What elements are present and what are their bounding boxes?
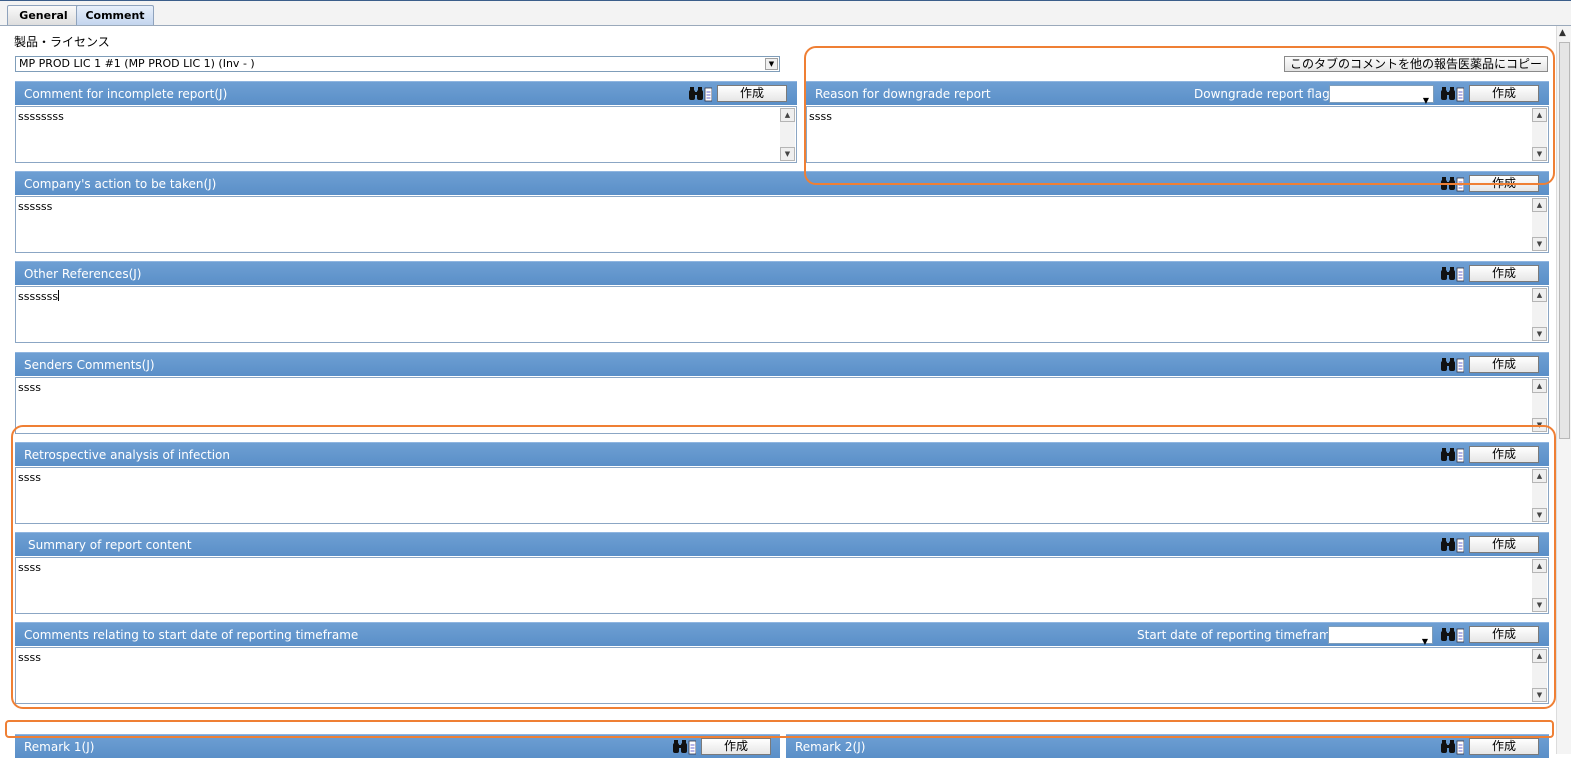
license-select[interactable]: MP PROD LIC 1 #1 (MP PROD LIC 1) (Inv - …: [15, 56, 780, 72]
scroll-up-icon[interactable]: ▲: [1532, 198, 1547, 212]
section-header-downgrade: Reason for downgrade report Downgrade re…: [806, 81, 1549, 105]
tab-general[interactable]: General: [7, 5, 80, 25]
textarea-scrollbar[interactable]: ▲ ▼: [1532, 288, 1547, 341]
make-button[interactable]: 作成: [1469, 536, 1539, 553]
start-date-comments-textarea[interactable]: ssss ▲ ▼: [15, 647, 1549, 704]
textarea-value: ssss: [809, 110, 832, 123]
section-title: Senders Comments(J): [24, 358, 155, 372]
scroll-up-icon[interactable]: ▲: [1532, 469, 1547, 483]
binoculars-icon[interactable]: [1440, 739, 1464, 755]
tab-comment[interactable]: Comment: [76, 5, 154, 25]
textarea-value: ssss: [18, 381, 41, 394]
other-references-textarea[interactable]: sssssss ▲ ▼: [15, 286, 1549, 343]
textarea-scrollbar[interactable]: ▲ ▼: [1532, 379, 1547, 432]
scrollbar-thumb[interactable]: [1559, 42, 1570, 439]
scroll-down-icon[interactable]: ▼: [1532, 327, 1547, 341]
license-label: 製品・ライセンス: [14, 35, 110, 49]
section-title: Other References(J): [24, 267, 142, 281]
textarea-value: sssssss: [18, 290, 59, 303]
section-title: Company's action to be taken(J): [24, 177, 217, 191]
make-button[interactable]: 作成: [701, 738, 771, 755]
scroll-down-icon[interactable]: ▼: [1532, 418, 1547, 432]
section-title: Summary of report content: [28, 538, 192, 552]
textarea-scrollbar[interactable]: ▲ ▼: [1532, 108, 1547, 161]
textarea-value: ssssssss: [18, 110, 64, 123]
textarea-value: ssss: [18, 561, 41, 574]
section-title: Reason for downgrade report: [815, 87, 991, 101]
textarea-scrollbar[interactable]: ▲ ▼: [1532, 559, 1547, 612]
section-header-start-date: Comments relating to start date of repor…: [15, 622, 1549, 646]
downgrade-flag-label: Downgrade report flag: [1194, 87, 1330, 101]
scroll-up-icon[interactable]: ▲: [780, 108, 795, 122]
make-button[interactable]: 作成: [1469, 175, 1539, 192]
section-header-company-action: Company's action to be taken(J) 作成: [15, 171, 1549, 195]
scroll-down-icon[interactable]: ▼: [1532, 237, 1547, 251]
scroll-up-icon[interactable]: ▲: [1532, 649, 1547, 663]
scroll-down-icon[interactable]: ▼: [1532, 598, 1547, 612]
binoculars-icon[interactable]: [1440, 176, 1464, 192]
make-button[interactable]: 作成: [1469, 446, 1539, 463]
retrospective-textarea[interactable]: ssss ▲ ▼: [15, 467, 1549, 524]
section-title: Comment for incomplete report(J): [24, 87, 228, 101]
textarea-scrollbar[interactable]: ▲ ▼: [1532, 469, 1547, 522]
make-button[interactable]: 作成: [1469, 626, 1539, 643]
binoculars-icon[interactable]: [1440, 537, 1464, 553]
text-cursor: [58, 290, 60, 301]
start-date-label: Start date of reporting timeframe: [1137, 628, 1339, 642]
scroll-up-icon[interactable]: ▲: [1532, 108, 1547, 122]
downgrade-reason-textarea[interactable]: ssss ▲ ▼: [806, 106, 1549, 163]
scroll-down-icon[interactable]: ▼: [1532, 688, 1547, 702]
section-title: Remark 2(J): [795, 740, 866, 754]
section-header-summary: Summary of report content 作成: [15, 532, 1549, 556]
binoculars-icon[interactable]: [1440, 627, 1464, 643]
scroll-up-icon[interactable]: ▲: [1532, 288, 1547, 302]
section-header-remark1: Remark 1(J) 作成: [15, 734, 780, 758]
chevron-down-icon[interactable]: ▼: [765, 58, 778, 70]
textarea-value: ssss: [18, 471, 41, 484]
make-button[interactable]: 作成: [1469, 85, 1539, 102]
downgrade-flag-select[interactable]: ▼: [1329, 85, 1434, 105]
section-title: Retrospective analysis of infection: [24, 448, 230, 462]
textarea-value: ssssss: [18, 200, 53, 213]
make-button[interactable]: 作成: [717, 85, 787, 102]
scroll-down-icon[interactable]: ▼: [780, 147, 795, 161]
start-date-select[interactable]: ▼: [1328, 626, 1433, 646]
binoculars-icon[interactable]: [1440, 447, 1464, 463]
scroll-up-arrow-icon[interactable]: ▲: [1559, 28, 1566, 38]
make-button[interactable]: 作成: [1469, 265, 1539, 282]
textarea-scrollbar[interactable]: ▲ ▼: [1532, 198, 1547, 251]
textarea-value: ssss: [18, 651, 41, 664]
section-title: Remark 1(J): [24, 740, 95, 754]
copy-comments-button[interactable]: このタブのコメントを他の報告医薬品にコピー: [1284, 56, 1548, 72]
license-selected-value: MP PROD LIC 1 #1 (MP PROD LIC 1) (Inv - …: [19, 57, 255, 70]
binoculars-icon[interactable]: [1440, 266, 1464, 282]
make-button[interactable]: 作成: [1469, 738, 1539, 755]
binoculars-icon[interactable]: [1440, 86, 1464, 102]
textarea-scrollbar[interactable]: ▲ ▼: [780, 108, 795, 161]
section-header-retrospective: Retrospective analysis of infection 作成: [15, 442, 1549, 466]
section-header-senders: Senders Comments(J) 作成: [15, 352, 1549, 376]
tab-bar: General Comment: [0, 1, 1571, 26]
summary-textarea[interactable]: ssss ▲ ▼: [15, 557, 1549, 614]
section-title: Comments relating to start date of repor…: [24, 628, 359, 642]
binoculars-icon[interactable]: [672, 739, 696, 755]
scroll-down-icon[interactable]: ▼: [1532, 147, 1547, 161]
page-scrollbar[interactable]: ▲: [1556, 26, 1571, 754]
senders-comments-textarea[interactable]: ssss ▲ ▼: [15, 377, 1549, 434]
section-header-incomplete: Comment for incomplete report(J) 作成: [15, 81, 797, 105]
scroll-up-icon[interactable]: ▲: [1532, 559, 1547, 573]
scroll-down-icon[interactable]: ▼: [1532, 508, 1547, 522]
make-button[interactable]: 作成: [1469, 356, 1539, 373]
scroll-up-icon[interactable]: ▲: [1532, 379, 1547, 393]
incomplete-report-textarea[interactable]: ssssssss ▲ ▼: [15, 106, 797, 163]
binoculars-icon[interactable]: [1440, 357, 1464, 373]
section-header-remark2: Remark 2(J) 作成: [786, 734, 1549, 758]
textarea-scrollbar[interactable]: ▲ ▼: [1532, 649, 1547, 702]
section-header-other-references: Other References(J) 作成: [15, 261, 1549, 285]
company-action-textarea[interactable]: ssssss ▲ ▼: [15, 196, 1549, 253]
binoculars-icon[interactable]: [688, 86, 712, 102]
